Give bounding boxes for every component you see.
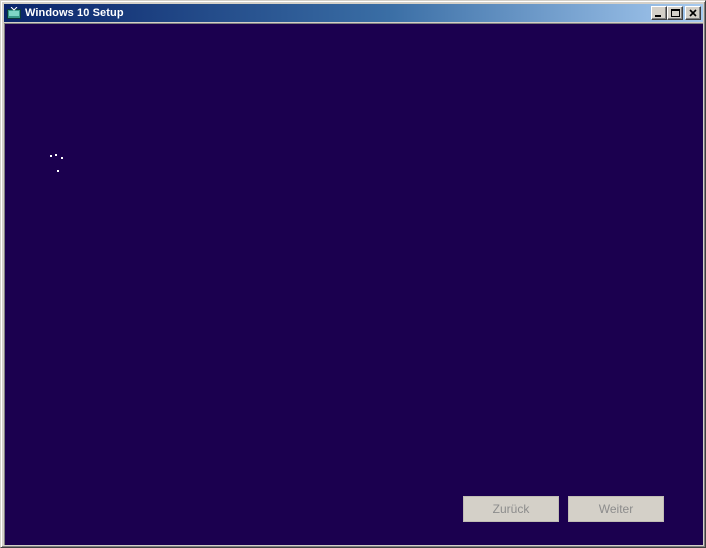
back-button[interactable]: Zurück bbox=[463, 496, 559, 522]
minimize-button[interactable] bbox=[651, 6, 667, 20]
close-icon bbox=[689, 9, 697, 17]
title-bar[interactable]: Windows 10 Setup bbox=[4, 4, 703, 22]
next-button[interactable]: Weiter bbox=[568, 496, 664, 522]
setup-content-area: Zurück Weiter bbox=[4, 23, 703, 545]
maximize-icon bbox=[671, 9, 680, 17]
loading-spinner-icon bbox=[50, 154, 70, 175]
window-controls bbox=[651, 6, 701, 20]
minimize-icon bbox=[655, 15, 661, 17]
close-button[interactable] bbox=[685, 6, 701, 20]
maximize-button[interactable] bbox=[667, 6, 683, 20]
setup-window: Windows 10 Setup Zurück Weiter bbox=[0, 0, 706, 548]
setup-app-icon bbox=[7, 7, 21, 19]
window-title: Windows 10 Setup bbox=[25, 7, 124, 19]
